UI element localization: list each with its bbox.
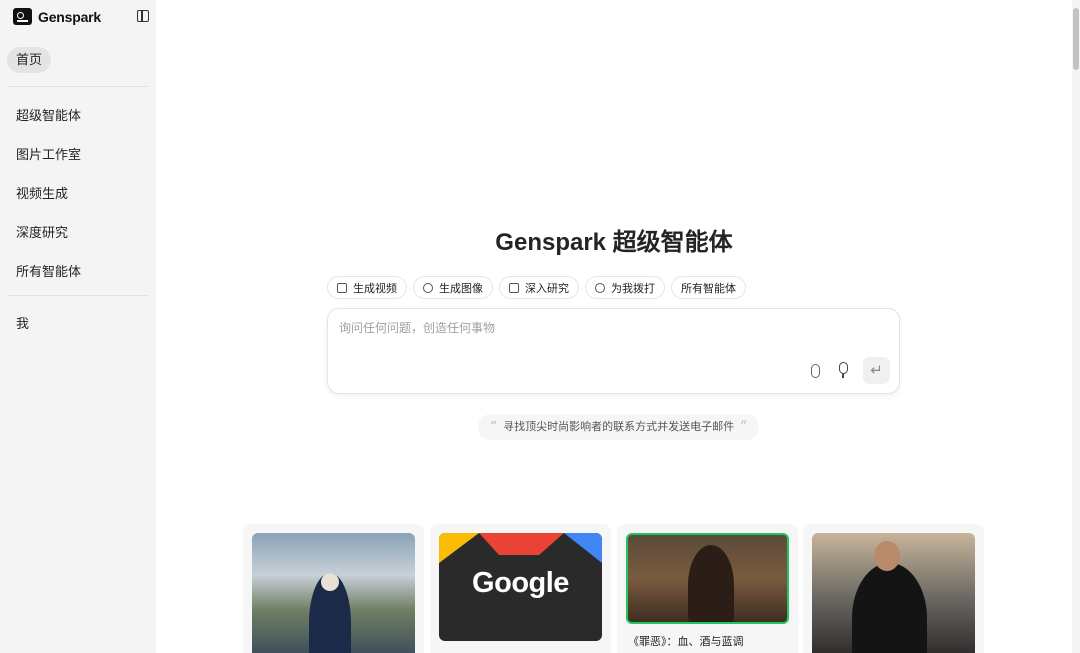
sidebar-item-super-agent[interactable]: 超级智能体	[16, 105, 81, 124]
chip-label: 生成图像	[439, 282, 483, 295]
sidebar-collapse-icon[interactable]	[137, 10, 149, 22]
card-image-movie	[626, 533, 789, 624]
card-caption: 《罪恶》：血、酒与蓝调	[628, 636, 744, 648]
paperclip-icon[interactable]	[811, 364, 820, 378]
phone-icon	[595, 282, 605, 293]
google-color-band	[439, 533, 602, 563]
brand[interactable]: Genspark	[13, 8, 101, 25]
google-logo-text: Google	[472, 567, 569, 599]
video-icon	[337, 282, 347, 293]
person-figure	[852, 563, 927, 653]
microphone-icon[interactable]	[839, 362, 848, 378]
chip-label: 深入研究	[525, 282, 569, 295]
chip-generate-image[interactable]: 生成图像	[413, 276, 493, 299]
suggestion-text: 寻找顶尖时尚影响者的联系方式并发送电子邮件	[503, 421, 735, 433]
scrollbar-thumb[interactable]	[1073, 8, 1079, 70]
gallery-card[interactable]	[243, 524, 424, 653]
sidebar: Genspark 首页 超级智能体 图片工作室 视频生成 深度研究 所有智能体 …	[0, 0, 156, 653]
sidebar-divider	[7, 295, 148, 296]
sidebar-item-home[interactable]: 首页	[7, 47, 52, 73]
prompt-composer: ↵	[327, 308, 900, 394]
genspark-logo-icon	[13, 8, 32, 25]
image-icon	[423, 282, 433, 293]
sidebar-item-image-studio[interactable]: 图片工作室	[16, 144, 81, 163]
sidebar-item-me[interactable]: 我	[16, 313, 29, 332]
gallery-card[interactable]: Google	[430, 524, 611, 653]
page-scrollbar[interactable]	[1072, 0, 1080, 653]
chip-call-for-me[interactable]: 为我拨打	[585, 276, 665, 299]
chip-generate-video[interactable]: 生成视频	[327, 276, 407, 299]
sidebar-item-all-agents[interactable]: 所有智能体	[16, 261, 81, 280]
prompt-input[interactable]	[339, 321, 879, 335]
sidebar-item-deep-research[interactable]: 深度研究	[16, 222, 68, 241]
brand-name: Genspark	[38, 8, 101, 25]
send-button[interactable]: ↵	[863, 357, 890, 384]
suggestion-prompt[interactable]: “ 寻找顶尖时尚影响者的联系方式并发送电子邮件 ”	[478, 414, 760, 440]
gallery-card[interactable]: 《罪恶》：血、酒与蓝调	[617, 524, 798, 653]
chip-all-agents[interactable]: 所有智能体	[671, 276, 746, 299]
sidebar-item-video-generation[interactable]: 视频生成	[16, 183, 68, 202]
quick-action-chips: 生成视频 生成图像 深入研究 为我拨打 所有智能体	[327, 276, 746, 299]
hat-shape	[321, 573, 339, 591]
gallery-card[interactable]	[803, 524, 984, 653]
sidebar-divider	[7, 86, 148, 87]
card-image-style	[812, 533, 975, 653]
quote-close-icon: ”	[740, 419, 748, 435]
page-title: Genspark 超级智能体	[495, 229, 733, 256]
face-shape	[874, 541, 900, 571]
document-icon	[509, 282, 519, 293]
card-image-fashion	[252, 533, 415, 653]
chip-label: 所有智能体	[681, 282, 736, 295]
chip-label: 生成视频	[353, 282, 397, 295]
chip-deep-research[interactable]: 深入研究	[499, 276, 579, 299]
person-figure	[688, 545, 734, 622]
card-image-google: Google	[439, 533, 602, 641]
quote-open-icon: “	[490, 419, 498, 435]
chip-label: 为我拨打	[611, 282, 655, 295]
